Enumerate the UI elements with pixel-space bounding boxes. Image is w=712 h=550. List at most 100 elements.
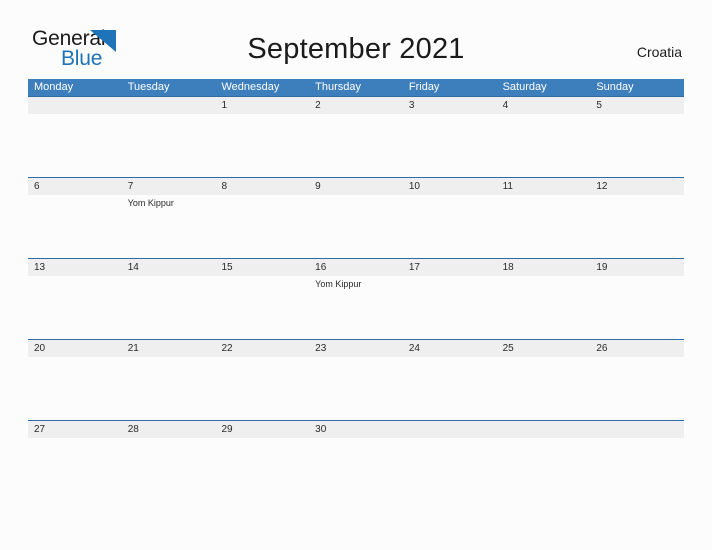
country-label: Croatia: [636, 44, 682, 60]
day-cell[interactable]: [403, 195, 497, 258]
week-row: 27 28 29 30: [28, 420, 684, 501]
day-cell[interactable]: Yom Kippur: [122, 195, 216, 258]
date-number[interactable]: 2: [309, 97, 403, 114]
day-cell[interactable]: [403, 357, 497, 420]
week-row: 6 7 8 9 10 11 12 Yom Kippur: [28, 177, 684, 258]
date-number[interactable]: 24: [403, 340, 497, 357]
week-date-strip: 27 28 29 30: [28, 421, 684, 438]
date-number[interactable]: 26: [590, 340, 684, 357]
date-number[interactable]: 23: [309, 340, 403, 357]
date-number[interactable]: 21: [122, 340, 216, 357]
day-cell[interactable]: [28, 357, 122, 420]
week-day-cells: Yom Kippur: [28, 276, 684, 339]
day-cell[interactable]: [497, 357, 591, 420]
week-row: 1 2 3 4 5: [28, 96, 684, 177]
weekday-header-sunday: Sunday: [596, 81, 634, 93]
week-date-strip: 13 14 15 16 17 18 19: [28, 259, 684, 276]
date-number[interactable]: 13: [28, 259, 122, 276]
calendar-grid: Monday Tuesday Wednesday Thursday Friday…: [28, 79, 684, 501]
date-number[interactable]: 15: [215, 259, 309, 276]
week-date-strip: 1 2 3 4 5: [28, 97, 684, 114]
page-header: General Blue September 2021 Croatia: [0, 0, 712, 78]
date-number[interactable]: 8: [215, 178, 309, 195]
day-cell[interactable]: [215, 438, 309, 501]
day-cell[interactable]: [215, 276, 309, 339]
date-number[interactable]: 9: [309, 178, 403, 195]
week-row: 13 14 15 16 17 18 19 Yom Kippur: [28, 258, 684, 339]
date-number[interactable]: 16: [309, 259, 403, 276]
date-number[interactable]: 5: [590, 97, 684, 114]
date-number[interactable]: 10: [403, 178, 497, 195]
weekday-header-wednesday: Wednesday: [221, 81, 280, 93]
day-cell[interactable]: [309, 357, 403, 420]
day-cell[interactable]: [28, 438, 122, 501]
date-number[interactable]: 3: [403, 97, 497, 114]
day-cell[interactable]: [122, 357, 216, 420]
week-day-cells: Yom Kippur: [28, 195, 684, 258]
day-cell[interactable]: [28, 276, 122, 339]
date-number[interactable]: 20: [28, 340, 122, 357]
date-number[interactable]: 27: [28, 421, 122, 438]
weekday-header-tuesday: Tuesday: [127, 81, 170, 93]
day-cell[interactable]: [309, 114, 403, 177]
day-cell[interactable]: [590, 114, 684, 177]
week-date-strip: 20 21 22 23 24 25 26: [28, 340, 684, 357]
date-number[interactable]: [28, 97, 122, 114]
date-number[interactable]: [403, 421, 497, 438]
week-day-cells: [28, 357, 684, 420]
day-cell[interactable]: [28, 114, 122, 177]
weekday-header-monday: Monday: [34, 81, 74, 93]
weekday-header-friday: Friday: [408, 81, 440, 93]
calendar-page: General Blue September 2021 Croatia Mond…: [0, 0, 712, 550]
day-cell[interactable]: [497, 276, 591, 339]
date-number[interactable]: 19: [590, 259, 684, 276]
weekday-header-thursday: Thursday: [315, 81, 362, 93]
day-cell[interactable]: [215, 357, 309, 420]
day-cell[interactable]: [497, 114, 591, 177]
date-number[interactable]: 7: [122, 178, 216, 195]
date-number[interactable]: 22: [215, 340, 309, 357]
day-cell[interactable]: [403, 438, 497, 501]
day-cell[interactable]: [122, 276, 216, 339]
day-cell[interactable]: [403, 276, 497, 339]
date-number[interactable]: [497, 421, 591, 438]
day-cell[interactable]: [497, 195, 591, 258]
week-day-cells: [28, 114, 684, 177]
date-number[interactable]: 4: [497, 97, 591, 114]
day-cell[interactable]: [215, 114, 309, 177]
date-number[interactable]: 30: [309, 421, 403, 438]
date-number[interactable]: 1: [215, 97, 309, 114]
event-label: Yom Kippur: [315, 279, 362, 289]
date-number[interactable]: 6: [28, 178, 122, 195]
date-number[interactable]: 29: [215, 421, 309, 438]
date-number[interactable]: 14: [122, 259, 216, 276]
day-cell[interactable]: [590, 276, 684, 339]
page-title: September 2021: [247, 33, 465, 65]
day-cell[interactable]: [122, 114, 216, 177]
weekday-header-saturday: Saturday: [502, 81, 547, 93]
week-date-strip: 6 7 8 9 10 11 12: [28, 178, 684, 195]
day-cell[interactable]: [309, 438, 403, 501]
day-cell[interactable]: [497, 438, 591, 501]
day-cell[interactable]: [590, 357, 684, 420]
day-cell[interactable]: Yom Kippur: [309, 276, 403, 339]
day-cell[interactable]: [590, 438, 684, 501]
weekday-header-row: Monday Tuesday Wednesday Thursday Friday…: [28, 79, 684, 96]
date-number[interactable]: 18: [497, 259, 591, 276]
date-number[interactable]: [590, 421, 684, 438]
day-cell[interactable]: [309, 195, 403, 258]
date-number[interactable]: 25: [497, 340, 591, 357]
day-cell[interactable]: [122, 438, 216, 501]
week-row: 20 21 22 23 24 25 26: [28, 339, 684, 420]
day-cell[interactable]: [28, 195, 122, 258]
date-number[interactable]: [122, 97, 216, 114]
date-number[interactable]: 17: [403, 259, 497, 276]
week-day-cells: [28, 438, 684, 501]
day-cell[interactable]: [403, 114, 497, 177]
day-cell[interactable]: [215, 195, 309, 258]
date-number[interactable]: 11: [497, 178, 591, 195]
event-label: Yom Kippur: [127, 198, 174, 208]
date-number[interactable]: 28: [122, 421, 216, 438]
day-cell[interactable]: [590, 195, 684, 258]
date-number[interactable]: 12: [590, 178, 684, 195]
